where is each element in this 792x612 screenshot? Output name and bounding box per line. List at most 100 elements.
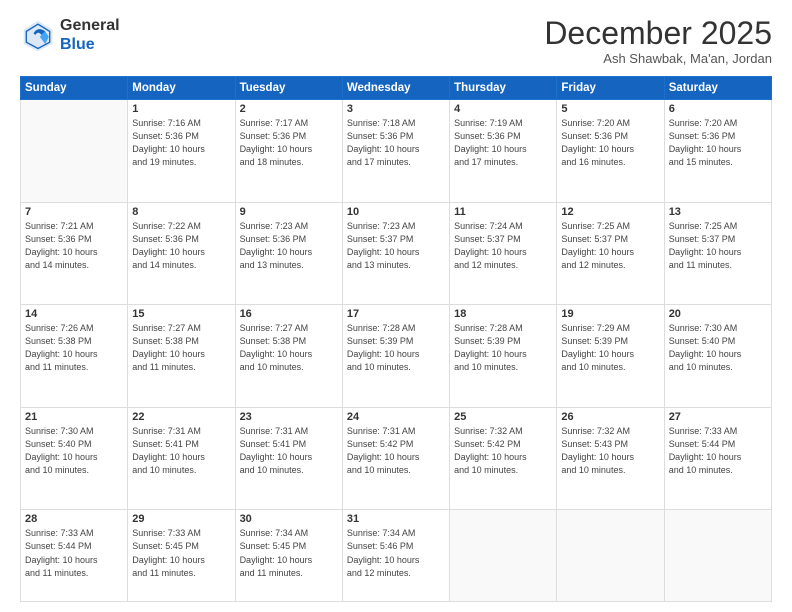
day-info: Sunrise: 7:32 AM Sunset: 5:43 PM Dayligh…: [561, 425, 659, 477]
day-number: 10: [347, 206, 445, 218]
day-cell: 18 Sunrise: 7:28 AM Sunset: 5:39 PM Dayli…: [450, 305, 557, 408]
day-cell: 12 Sunrise: 7:25 AM Sunset: 5:37 PM Dayli…: [557, 202, 664, 305]
day-number: 3: [347, 103, 445, 115]
day-number: 24: [347, 411, 445, 423]
logo: General Blue: [20, 16, 120, 54]
day-cell: 8Sunrise: 7:22 AM Sunset: 5:36 PM Daylig…: [128, 202, 235, 305]
day-info: Sunrise: 7:34 AM Sunset: 5:46 PM Dayligh…: [347, 527, 445, 579]
day-info: Sunrise: 7:26 AM Sunset: 5:38 PM Dayligh…: [25, 322, 123, 374]
day-info: Sunrise: 7:28 AM Sunset: 5:39 PM Dayligh…: [454, 322, 552, 374]
day-number: 5: [561, 103, 659, 115]
day-info: Sunrise: 7:27 AM Sunset: 5:38 PM Dayligh…: [132, 322, 230, 374]
logo-general: General: [60, 16, 120, 35]
calendar: SundayMondayTuesdayWednesdayThursdayFrid…: [20, 76, 772, 602]
week-row-1: 1 Sunrise: 7:16 AM Sunset: 5:36 PM Daylig…: [21, 100, 772, 203]
day-info: Sunrise: 7:20 AM Sunset: 5:36 PM Dayligh…: [669, 117, 767, 169]
week-row-2: 7 Sunrise: 7:21 AM Sunset: 5:36 PM Daylig…: [21, 202, 772, 305]
day-cell: 9Sunrise: 7:23 AM Sunset: 5:36 PM Daylig…: [235, 202, 342, 305]
col-header-monday: Monday: [128, 77, 235, 100]
day-cell: 29 Sunrise: 7:33 AM Sunset: 5:45 PM Dayli…: [128, 510, 235, 602]
month-title: December 2025: [544, 16, 772, 51]
day-info: Sunrise: 7:33 AM Sunset: 5:44 PM Dayligh…: [25, 527, 123, 579]
day-cell: 2Sunrise: 7:17 AM Sunset: 5:36 PM Daylig…: [235, 100, 342, 203]
day-number: 29: [132, 513, 230, 525]
day-info: Sunrise: 7:23 AM Sunset: 5:37 PM Dayligh…: [347, 220, 445, 272]
day-number: 8: [132, 206, 230, 218]
day-info: Sunrise: 7:30 AM Sunset: 5:40 PM Dayligh…: [25, 425, 123, 477]
week-row-3: 14 Sunrise: 7:26 AM Sunset: 5:38 PM Dayli…: [21, 305, 772, 408]
day-number: 6: [669, 103, 767, 115]
day-info: Sunrise: 7:31 AM Sunset: 5:41 PM Dayligh…: [132, 425, 230, 477]
day-cell: 25 Sunrise: 7:32 AM Sunset: 5:42 PM Dayli…: [450, 407, 557, 510]
day-info: Sunrise: 7:30 AM Sunset: 5:40 PM Dayligh…: [669, 322, 767, 374]
day-number: 2: [240, 103, 338, 115]
title-block: December 2025 Ash Shawbak, Ma'an, Jordan: [544, 16, 772, 66]
day-info: Sunrise: 7:33 AM Sunset: 5:44 PM Dayligh…: [669, 425, 767, 477]
day-cell: 14 Sunrise: 7:26 AM Sunset: 5:38 PM Dayli…: [21, 305, 128, 408]
day-info: Sunrise: 7:16 AM Sunset: 5:36 PM Dayligh…: [132, 117, 230, 169]
col-header-friday: Friday: [557, 77, 664, 100]
week-row-4: 21 Sunrise: 7:30 AM Sunset: 5:40 PM Dayli…: [21, 407, 772, 510]
day-cell: 10 Sunrise: 7:23 AM Sunset: 5:37 PM Dayli…: [342, 202, 449, 305]
page: General Blue December 2025 Ash Shawbak, …: [0, 0, 792, 612]
day-number: 18: [454, 308, 552, 320]
day-cell: 28Sunrise: 7:33 AM Sunset: 5:44 PM Dayli…: [21, 510, 128, 602]
day-number: 9: [240, 206, 338, 218]
day-info: Sunrise: 7:28 AM Sunset: 5:39 PM Dayligh…: [347, 322, 445, 374]
logo-icon: [20, 17, 56, 53]
day-info: Sunrise: 7:21 AM Sunset: 5:36 PM Dayligh…: [25, 220, 123, 272]
day-number: 14: [25, 308, 123, 320]
day-cell: 7 Sunrise: 7:21 AM Sunset: 5:36 PM Daylig…: [21, 202, 128, 305]
day-info: Sunrise: 7:31 AM Sunset: 5:42 PM Dayligh…: [347, 425, 445, 477]
day-number: 21: [25, 411, 123, 423]
day-cell: [557, 510, 664, 602]
day-number: 12: [561, 206, 659, 218]
col-header-sunday: Sunday: [21, 77, 128, 100]
day-info: Sunrise: 7:25 AM Sunset: 5:37 PM Dayligh…: [561, 220, 659, 272]
day-cell: 24 Sunrise: 7:31 AM Sunset: 5:42 PM Dayli…: [342, 407, 449, 510]
day-number: 13: [669, 206, 767, 218]
col-header-wednesday: Wednesday: [342, 77, 449, 100]
day-cell: [450, 510, 557, 602]
col-header-thursday: Thursday: [450, 77, 557, 100]
day-cell: 1 Sunrise: 7:16 AM Sunset: 5:36 PM Daylig…: [128, 100, 235, 203]
day-number: 31: [347, 513, 445, 525]
day-number: 15: [132, 308, 230, 320]
day-info: Sunrise: 7:18 AM Sunset: 5:36 PM Dayligh…: [347, 117, 445, 169]
col-header-tuesday: Tuesday: [235, 77, 342, 100]
day-number: 30: [240, 513, 338, 525]
header: General Blue December 2025 Ash Shawbak, …: [20, 16, 772, 66]
day-number: 27: [669, 411, 767, 423]
day-cell: 11Sunrise: 7:24 AM Sunset: 5:37 PM Dayli…: [450, 202, 557, 305]
day-info: Sunrise: 7:27 AM Sunset: 5:38 PM Dayligh…: [240, 322, 338, 374]
day-cell: 5 Sunrise: 7:20 AM Sunset: 5:36 PM Daylig…: [557, 100, 664, 203]
day-info: Sunrise: 7:19 AM Sunset: 5:36 PM Dayligh…: [454, 117, 552, 169]
day-cell: [664, 510, 771, 602]
day-number: 25: [454, 411, 552, 423]
day-cell: 22 Sunrise: 7:31 AM Sunset: 5:41 PM Dayli…: [128, 407, 235, 510]
day-number: 22: [132, 411, 230, 423]
day-number: 26: [561, 411, 659, 423]
day-cell: 31 Sunrise: 7:34 AM Sunset: 5:46 PM Dayli…: [342, 510, 449, 602]
day-number: 23: [240, 411, 338, 423]
day-info: Sunrise: 7:31 AM Sunset: 5:41 PM Dayligh…: [240, 425, 338, 477]
week-row-5: 28Sunrise: 7:33 AM Sunset: 5:44 PM Dayli…: [21, 510, 772, 602]
logo-text: General Blue: [60, 16, 120, 54]
col-header-saturday: Saturday: [664, 77, 771, 100]
location: Ash Shawbak, Ma'an, Jordan: [544, 51, 772, 66]
day-info: Sunrise: 7:33 AM Sunset: 5:45 PM Dayligh…: [132, 527, 230, 579]
day-info: Sunrise: 7:25 AM Sunset: 5:37 PM Dayligh…: [669, 220, 767, 272]
day-number: 17: [347, 308, 445, 320]
day-cell: 17 Sunrise: 7:28 AM Sunset: 5:39 PM Dayli…: [342, 305, 449, 408]
day-cell: 16Sunrise: 7:27 AM Sunset: 5:38 PM Dayli…: [235, 305, 342, 408]
day-number: 1: [132, 103, 230, 115]
day-cell: 4Sunrise: 7:19 AM Sunset: 5:36 PM Daylig…: [450, 100, 557, 203]
day-info: Sunrise: 7:32 AM Sunset: 5:42 PM Dayligh…: [454, 425, 552, 477]
day-number: 7: [25, 206, 123, 218]
calendar-header-row: SundayMondayTuesdayWednesdayThursdayFrid…: [21, 77, 772, 100]
day-cell: 19Sunrise: 7:29 AM Sunset: 5:39 PM Dayli…: [557, 305, 664, 408]
day-info: Sunrise: 7:20 AM Sunset: 5:36 PM Dayligh…: [561, 117, 659, 169]
day-cell: 26 Sunrise: 7:32 AM Sunset: 5:43 PM Dayli…: [557, 407, 664, 510]
day-cell: 13 Sunrise: 7:25 AM Sunset: 5:37 PM Dayli…: [664, 202, 771, 305]
day-number: 11: [454, 206, 552, 218]
